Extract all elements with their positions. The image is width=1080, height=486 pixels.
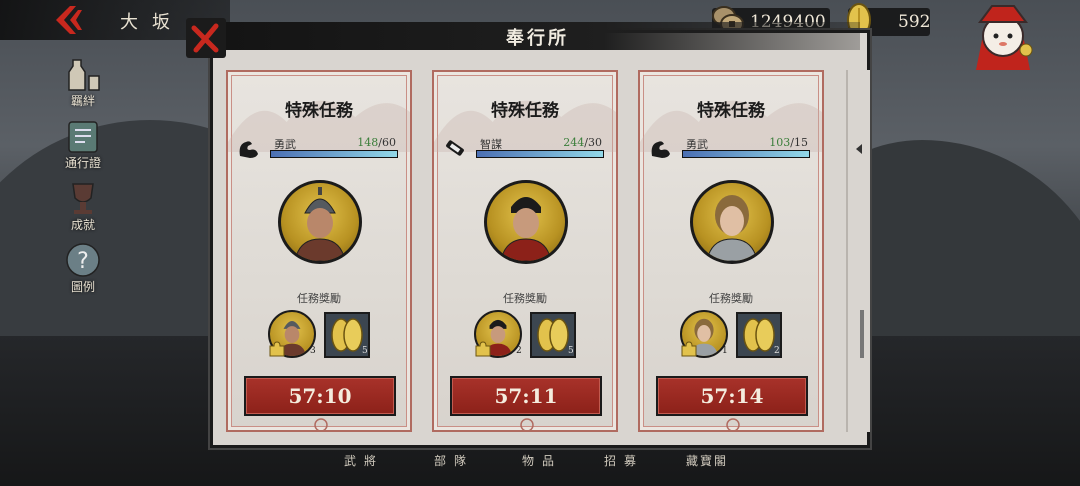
question-icon: ?	[66, 243, 100, 277]
svg-text:?: ?	[77, 249, 89, 274]
muscle-arm-icon	[651, 141, 670, 158]
close-icon	[191, 23, 219, 53]
tab-recruit[interactable]: 招募	[604, 452, 644, 469]
sake-bottle-icon	[68, 59, 100, 91]
sidebar-item-label: 圖例	[70, 280, 95, 294]
reward-gold-count: 2	[774, 346, 780, 356]
reward-hero-count: 3	[310, 346, 316, 356]
reward-label: 任務獎勵	[503, 292, 547, 305]
stat-bar-fill	[683, 151, 809, 157]
close-button[interactable]	[186, 18, 226, 58]
panel-title: 奉行所	[506, 28, 569, 49]
tab-items[interactable]: 物品	[522, 452, 562, 469]
mission-card[interactable]: 特殊任務 勇武 148/60 任務獎勵 3 5 57:10	[226, 70, 412, 432]
tab-generals[interactable]: 武將	[344, 452, 384, 469]
sidebar-item-legend[interactable]: ? 圖例	[54, 240, 112, 302]
hero-portrait[interactable]	[484, 180, 568, 264]
mission-timer-button[interactable]: 57:14	[656, 376, 808, 416]
stat-required: /15	[790, 136, 808, 149]
reward-gold-count: 5	[362, 346, 368, 356]
back-button[interactable]	[50, 2, 84, 38]
stat-current: 103	[769, 136, 791, 149]
sidebar-item-achievements[interactable]: 成就	[54, 178, 112, 240]
reward-label: 任務獎勵	[709, 292, 753, 305]
mission-card[interactable]: 特殊任務 勇武 103/15 任務獎勵 1 2 57:14	[638, 70, 824, 432]
mission-timer-button[interactable]: 57:11	[450, 376, 602, 416]
scrollbar[interactable]	[860, 310, 864, 358]
scroll-wisdom-icon	[446, 140, 464, 156]
knight-woman-portrait	[706, 195, 758, 261]
stat-value: 103/15	[769, 136, 808, 149]
stat-bar-fill	[477, 151, 603, 157]
stat-bar-fill	[271, 151, 397, 157]
tab-troops[interactable]: 部隊	[434, 452, 474, 469]
tab-treasure[interactable]: 藏寶閣	[686, 452, 728, 469]
reward-hero-count: 2	[516, 346, 522, 356]
sidebar-item-pass[interactable]: 通行證	[54, 116, 112, 178]
stat-bar	[270, 150, 398, 158]
stat-value: 148/60	[357, 136, 396, 149]
puzzle-piece-icon	[475, 341, 491, 357]
bottom-tab-bar: 武將 部隊 物品 招募 藏寶閣	[340, 452, 760, 482]
muscle-arm-icon	[239, 141, 258, 158]
stat-value: 244/30	[563, 136, 602, 149]
back-arrow-icon	[56, 6, 82, 34]
clan-crest-icon	[726, 418, 740, 430]
mission-title: 特殊任務	[285, 101, 353, 121]
chevron-left-icon	[856, 144, 862, 154]
sidebar-item-label: 通行證	[64, 156, 101, 170]
left-sidebar: 羈絆 通行證 成就 ? 圖例	[54, 54, 112, 302]
clan-crest-icon	[520, 418, 534, 430]
gold-value: 592	[898, 12, 931, 32]
mission-card[interactable]: 特殊任務 智謀 244/30 任務獎勵 2 5 57:11	[432, 70, 618, 432]
mission-card-partial[interactable]	[846, 70, 870, 432]
stat-required: /30	[584, 136, 602, 149]
puzzle-piece-icon	[681, 341, 697, 357]
puzzle-piece-icon	[269, 341, 285, 357]
mission-title: 特殊任務	[697, 101, 765, 121]
hero-portrait[interactable]	[690, 180, 774, 264]
sidebar-item-label: 成就	[70, 218, 95, 232]
reward-label: 任務獎勵	[297, 292, 341, 305]
stat-required: /60	[378, 136, 396, 149]
armored-warrior-portrait	[294, 187, 346, 261]
stat-current: 148	[357, 136, 379, 149]
mission-timer-button[interactable]: 57:10	[244, 376, 396, 416]
clan-crest-icon	[314, 418, 328, 430]
mission-title: 特殊任務	[491, 101, 559, 121]
hero-portrait[interactable]	[278, 180, 362, 264]
stat-current: 244	[563, 136, 585, 149]
city-name: 大坂	[120, 12, 184, 33]
sidebar-item-label: 羈絆	[70, 94, 95, 108]
samurai-official-portrait	[500, 197, 552, 261]
stat-bar	[682, 150, 810, 158]
reward-gold-count: 5	[568, 346, 574, 356]
stat-bar	[476, 150, 604, 158]
reward-hero-count: 1	[722, 346, 728, 356]
lucky-cat-mascot-icon[interactable]	[962, 0, 1044, 80]
pass-ticket-icon	[68, 121, 98, 153]
trophy-icon	[72, 183, 94, 214]
sidebar-item-bonds[interactable]: 羈絆	[54, 54, 112, 116]
